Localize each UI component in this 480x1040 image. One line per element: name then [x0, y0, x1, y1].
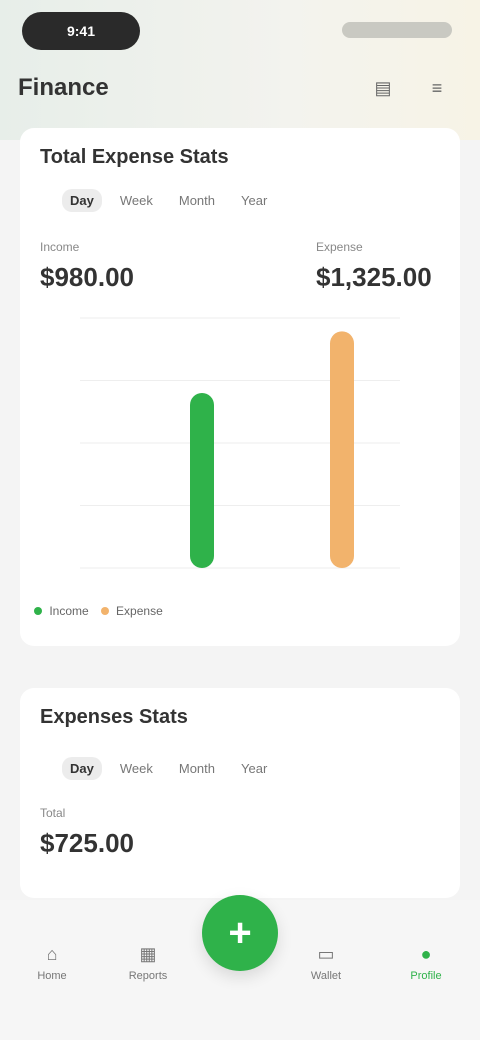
page-header: Finance ▤ ≡ — [0, 64, 480, 116]
tab-week[interactable]: Week — [112, 189, 161, 212]
nav-home-label: Home — [37, 970, 67, 982]
tab-month[interactable]: Month — [171, 189, 223, 212]
report-icon: ▦ — [139, 943, 157, 964]
expense-stat: Expense $1,325.00 — [316, 240, 432, 293]
status-bar: 9:41 — [0, 0, 480, 64]
legend-income: Income — [34, 604, 89, 618]
legend-expense: Expense — [100, 604, 163, 618]
legend-income-dot — [34, 607, 42, 615]
add-button[interactable]: + — [202, 895, 278, 971]
tab-day[interactable]: Day — [62, 188, 102, 212]
chart-legend: Income Expense — [34, 604, 163, 618]
wallet-icon: ▭ — [317, 943, 335, 964]
period-tabs: Day Week Month Year — [62, 186, 432, 214]
home-icon: ⌂ — [46, 943, 58, 964]
nav-wallet-label: Wallet — [310, 970, 342, 982]
total-stat: Total $725.00 — [40, 806, 134, 859]
nav-reports[interactable]: ▦ Reports — [118, 934, 178, 990]
menu-icon[interactable]: ≡ — [422, 76, 452, 100]
expense-value: $1,325.00 — [316, 262, 432, 292]
nav-wallet[interactable]: ▭ Wallet — [296, 934, 356, 990]
legend-income-label: Income — [49, 604, 89, 618]
period-tabs: Day Week Month Year — [62, 754, 432, 782]
tab-year[interactable]: Year — [233, 757, 275, 780]
total-label: Total — [40, 806, 66, 820]
income-label: Income — [40, 240, 80, 254]
nav-home[interactable]: ⌂ Home — [22, 934, 82, 990]
income-stat: Income $980.00 — [40, 240, 134, 293]
nav-profile[interactable]: ● Profile — [396, 934, 456, 990]
legend-expense-label: Expense — [116, 604, 163, 618]
expenses-card: Expenses Stats Day Week Month Year Total… — [20, 688, 460, 898]
legend-expense-dot — [100, 607, 109, 615]
expense-chart — [80, 317, 400, 569]
page-title: Finance — [18, 74, 109, 101]
nav-profile-label: Profile — [410, 970, 442, 982]
tab-day[interactable]: Day — [62, 756, 102, 780]
status-pill: 9:41 — [22, 12, 140, 50]
card-title: Total Expense Stats — [40, 146, 229, 168]
total-value: $725.00 — [40, 828, 134, 858]
tab-year[interactable]: Year — [233, 189, 275, 212]
nav-reports-label: Reports — [128, 970, 168, 982]
total-expense-card: Total Expense Stats Day Week Month Year … — [20, 128, 460, 646]
card-title: Expenses Stats — [40, 706, 188, 728]
income-value: $980.00 — [40, 262, 134, 292]
expense-label: Expense — [316, 240, 363, 254]
user-icon: ● — [420, 943, 432, 964]
chart-icon[interactable]: ▤ — [368, 76, 398, 100]
tab-month[interactable]: Month — [171, 757, 223, 780]
status-icons — [342, 22, 452, 38]
chart-bar-income — [190, 393, 214, 568]
chart-bar-expense — [330, 331, 354, 568]
tab-week[interactable]: Week — [112, 757, 161, 780]
